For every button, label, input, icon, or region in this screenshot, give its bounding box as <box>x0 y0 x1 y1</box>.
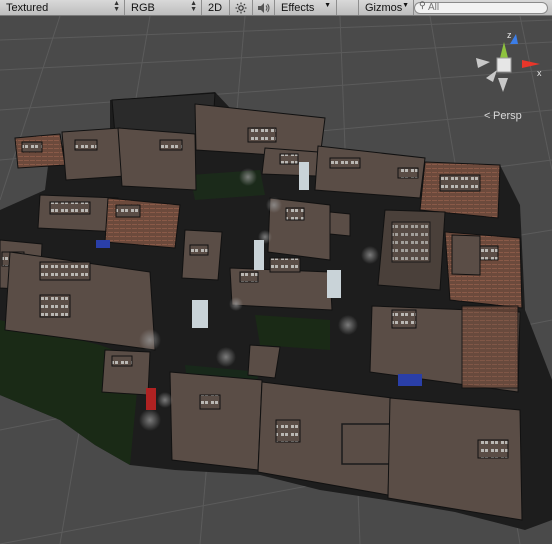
draw-mode-label: Textured <box>6 1 49 14</box>
gizmo-negz-axis[interactable] <box>486 70 497 82</box>
scene-view[interactable]: z x < Persp <box>0 16 552 544</box>
persp-arrow-icon[interactable]: < <box>484 110 490 122</box>
gizmo-negx-axis[interactable] <box>476 58 490 68</box>
speaker-icon <box>257 2 270 13</box>
draw-mode-dropdown[interactable]: Textured ▲ ▼ <box>0 0 125 15</box>
effects-dropdown[interactable]: Effects ▼ <box>275 0 337 15</box>
audio-toggle[interactable] <box>253 0 275 15</box>
gizmos-label: Gizmos <box>365 1 403 14</box>
mode-2d-label: 2D <box>208 1 223 14</box>
mode-2d-toggle[interactable]: 2D <box>202 0 230 15</box>
projection-label[interactable]: Persp <box>493 110 522 122</box>
effects-label: Effects <box>281 1 315 14</box>
render-mode-dropdown[interactable]: RGB ▲ ▼ <box>125 0 202 15</box>
sun-icon <box>235 2 247 13</box>
gizmo-z-label: z <box>507 30 512 40</box>
hierarchy-search-field[interactable]: ⚲ <box>414 0 548 14</box>
dropdown-arrows-icon: ▲ ▼ <box>190 0 197 13</box>
gizmo-x-label: x <box>537 68 542 78</box>
dropdown-arrow-icon: ▼ <box>324 2 331 9</box>
dropdown-arrow-icon: ▼ <box>402 2 409 9</box>
gizmo-center-cube[interactable] <box>496 57 512 73</box>
gizmos-dropdown[interactable]: Gizmos ▼ <box>358 0 414 15</box>
scene-toolbar: Textured ▲ ▼ RGB ▲ ▼ 2D Effects ▼ Gizmos… <box>0 0 552 16</box>
render-mode-label: RGB <box>131 1 155 14</box>
scene-viewport[interactable]: z x < Persp <box>0 16 552 544</box>
gizmo-negy-axis[interactable] <box>498 78 508 92</box>
dropdown-arrows-icon: ▲ ▼ <box>113 0 120 13</box>
search-icon: ⚲ <box>419 0 426 11</box>
search-input[interactable] <box>428 2 538 13</box>
lighting-toggle[interactable] <box>230 0 253 15</box>
